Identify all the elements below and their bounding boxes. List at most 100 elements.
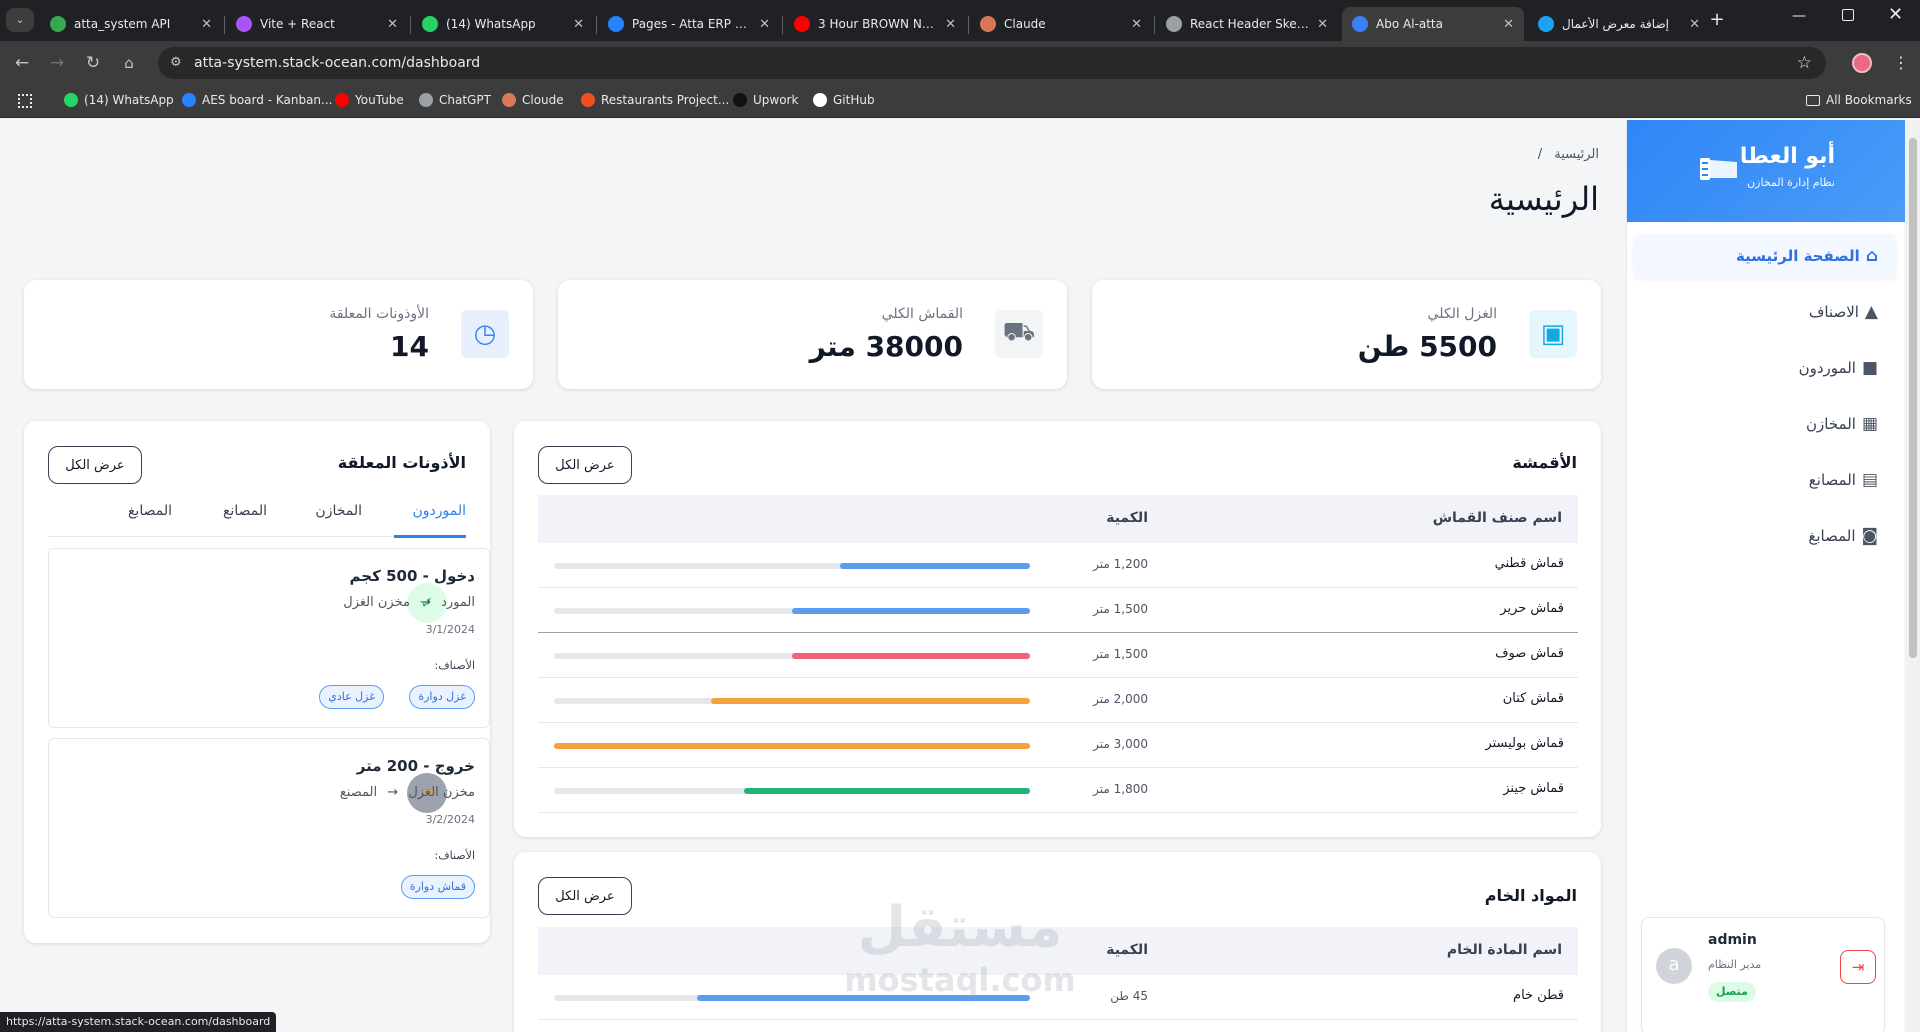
bookmark-icon: [813, 93, 827, 107]
permit-item[interactable]: ⇥ خروج - 200 متر مخزن الغزل → المصنع 3/2…: [48, 738, 490, 918]
permits-tab[interactable]: المصابغ: [128, 503, 172, 519]
bookmark-label: Cloude: [522, 93, 564, 107]
tab-close-icon[interactable]: ✕: [387, 17, 398, 32]
all-bookmarks-label: All Bookmarks: [1826, 93, 1912, 107]
status-badge: متصل: [1708, 982, 1756, 1002]
permits-tab[interactable]: المخازن: [315, 503, 362, 519]
browser-tab[interactable]: 3 Hour BROWN NOIS ✕: [784, 7, 966, 41]
url-text: atta-system.stack-ocean.com/dashboard: [194, 55, 481, 71]
profile-avatar[interactable]: [1852, 53, 1872, 73]
fabrics-view-all-button[interactable]: عرض الكل: [538, 446, 632, 484]
quantity-bar-track: [554, 653, 1030, 659]
sidebar-item[interactable]: ▦ المخازن: [1634, 402, 1896, 446]
tab-close-icon[interactable]: ✕: [1503, 17, 1514, 32]
sidebar-item-label: الموردون: [1798, 359, 1856, 377]
arrow-left-icon: →: [420, 595, 431, 610]
browser-tab[interactable]: Claude ✕: [970, 7, 1152, 41]
tab-separator: [224, 16, 225, 34]
sidebar-item-label: المصابغ: [1808, 527, 1856, 545]
tab-close-icon[interactable]: ✕: [945, 17, 956, 32]
bookmark-item[interactable]: AES board - Kanban...: [182, 93, 332, 107]
row-name: قماش حرير: [1500, 601, 1564, 616]
browser-tab[interactable]: Pages - Atta ERP syst ✕: [598, 7, 780, 41]
bookmark-item[interactable]: Upwork: [733, 93, 798, 107]
warehouse-icon: ▦: [1861, 414, 1878, 434]
bookmark-item[interactable]: YouTube: [335, 93, 404, 107]
permit-item[interactable]: ✓ دخول - 500 كجم المورد → مخزن الغزل 3/1…: [48, 548, 490, 728]
permits-view-all-button[interactable]: عرض الكل: [48, 446, 142, 484]
forward-icon[interactable]: →: [47, 53, 67, 73]
browser-tab[interactable]: React Header Skeleto ✕: [1156, 7, 1338, 41]
stat-card: ⛟ القماش الكلي 38000 متر: [558, 280, 1067, 389]
table-row: قماش كتان 2,000 متر: [538, 678, 1578, 723]
tab-search-icon[interactable]: ⌄: [6, 8, 34, 32]
browser-tab[interactable]: Abo Al-atta ✕: [1342, 7, 1524, 41]
vite-icon: [236, 16, 252, 32]
tab-title: React Header Skeleto: [1190, 17, 1310, 31]
row-quantity: 2,000 متر: [1093, 692, 1148, 706]
browser-tab[interactable]: (14) WhatsApp ✕: [412, 7, 594, 41]
logout-icon[interactable]: ⇥: [1840, 950, 1876, 984]
browser-tab[interactable]: إضافة معرض الأعمال ✕: [1528, 7, 1710, 41]
reload-icon[interactable]: ↻: [83, 53, 103, 73]
permits-tab[interactable]: الموردون: [412, 503, 466, 519]
tab-close-icon[interactable]: ✕: [1131, 17, 1142, 32]
page-scrollbar[interactable]: [1906, 120, 1920, 1032]
bookmark-item[interactable]: Restaurants Project...: [581, 93, 729, 107]
row-name: قماش قطني: [1494, 556, 1564, 571]
bookmark-item[interactable]: ChatGPT: [419, 93, 491, 107]
row-name: قماش بوليستر: [1485, 736, 1564, 751]
back-icon[interactable]: ←: [12, 53, 32, 73]
bookmark-star-icon[interactable]: ☆: [1797, 47, 1812, 79]
breadcrumb-separator: /: [1537, 147, 1543, 162]
home-icon[interactable]: ⌂: [119, 53, 139, 73]
app-sidebar: أبو العطا نظام إدارة المخازن ⌂ الصفحة الر…: [1626, 120, 1905, 1032]
breadcrumb-home[interactable]: الرئيسية: [1554, 147, 1599, 162]
bookmarks-bar: (14) WhatsApp AES board - Kanban... YouTub…: [0, 85, 1920, 118]
stat-label: الغزل الكلي: [1427, 306, 1497, 322]
tab-title: Abo Al-atta: [1376, 17, 1443, 31]
permits-tab[interactable]: المصانع: [223, 503, 267, 519]
sidebar-item-label: المخازن: [1806, 415, 1856, 433]
sidebar-item[interactable]: ▤ المصانع: [1634, 458, 1896, 502]
browser-tab[interactable]: atta_system API ✕: [40, 7, 222, 41]
new-tab-button[interactable]: +: [1705, 10, 1729, 30]
quantity-bar-fill: [711, 698, 1030, 704]
bookmark-icon: [733, 93, 747, 107]
sidebar-item[interactable]: ⌂ الصفحة الرئيسية: [1634, 234, 1896, 278]
sidebar-item[interactable]: ■ الموردون: [1634, 346, 1896, 390]
tab-close-icon[interactable]: ✕: [201, 17, 212, 32]
chatgpt-icon: [1166, 16, 1182, 32]
scrollbar-thumb[interactable]: [1909, 138, 1917, 658]
all-bookmarks[interactable]: All Bookmarks: [1806, 93, 1912, 107]
tab-title: (14) WhatsApp: [446, 17, 536, 31]
window-close-icon[interactable]: ✕: [1888, 4, 1903, 25]
sidebar-item-label: المصانع: [1808, 471, 1856, 489]
stat-label: الأوذونات المعلقة: [329, 306, 429, 322]
brand-subtitle: نظام إدارة المخازن: [1747, 176, 1835, 189]
address-bar[interactable]: ⚙ atta-system.stack-ocean.com/dashboard …: [158, 47, 1826, 79]
table-row: قماش جينز 1,800 متر: [538, 768, 1578, 813]
menu-icon[interactable]: ⋮: [1893, 51, 1909, 75]
browser-tab[interactable]: Vite + React ✕: [226, 7, 408, 41]
tab-title: 3 Hour BROWN NOIS: [818, 17, 938, 31]
tab-close-icon[interactable]: ✕: [1317, 17, 1328, 32]
sidebar-item[interactable]: ◙ المصابغ: [1634, 514, 1896, 558]
quantity-bar-fill: [554, 743, 1030, 749]
route-from: المورد: [441, 595, 475, 610]
bookmark-item[interactable]: GitHub: [813, 93, 875, 107]
tab-close-icon[interactable]: ✕: [1689, 17, 1700, 32]
minimize-icon[interactable]: —: [1792, 8, 1806, 24]
clipboard-clock-icon: ◷: [461, 310, 509, 358]
bookmark-item[interactable]: (14) WhatsApp: [64, 93, 174, 107]
apps-grid-icon[interactable]: [18, 94, 32, 108]
tab-close-icon[interactable]: ✕: [573, 17, 584, 32]
site-info-icon[interactable]: ⚙: [170, 47, 182, 79]
bookmark-item[interactable]: Cloude: [502, 93, 564, 107]
raw-view-all-button[interactable]: عرض الكل: [538, 877, 632, 915]
tab-close-icon[interactable]: ✕: [759, 17, 770, 32]
permit-route: مخزن الغزل → المصنع: [340, 785, 475, 800]
sidebar-item[interactable]: ▲ الاصناف: [1634, 290, 1896, 334]
restore-icon[interactable]: [1842, 9, 1854, 21]
archive-icon: ▣: [1529, 310, 1577, 358]
